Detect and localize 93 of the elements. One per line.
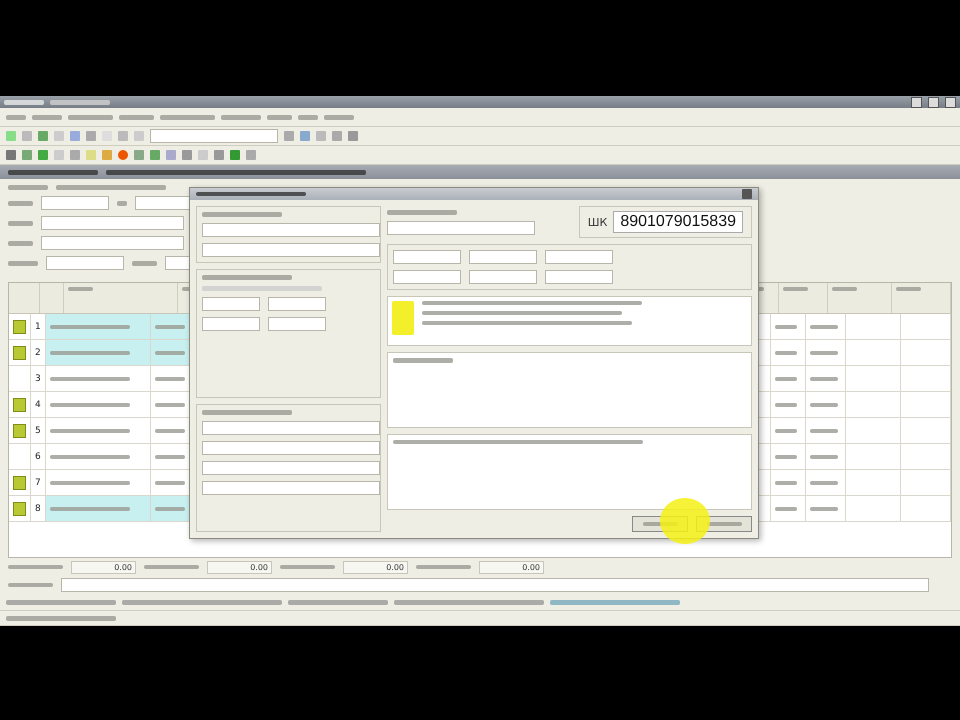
- total-field: 0.00: [343, 560, 408, 574]
- illegible-text: [8, 260, 38, 266]
- illegible-text: [783, 287, 808, 291]
- illegible-text: [8, 200, 33, 206]
- illegible-text: [68, 114, 113, 120]
- illegible-text: [387, 210, 457, 214]
- input-field[interactable]: [202, 440, 380, 454]
- input-field[interactable]: [202, 223, 380, 237]
- illegible-text: [32, 114, 62, 120]
- minimize-button[interactable]: [911, 96, 922, 108]
- illegible-text: [775, 428, 797, 432]
- input-field[interactable]: [202, 480, 380, 494]
- close-button[interactable]: [945, 96, 956, 108]
- illegible-text: [810, 402, 838, 406]
- illegible-text: [298, 114, 318, 120]
- row-number: 3: [35, 374, 41, 384]
- input-field[interactable]: [469, 250, 537, 264]
- illegible-text: [775, 454, 797, 458]
- illegible-text: [324, 114, 354, 120]
- input-field[interactable]: [268, 297, 326, 311]
- input-field[interactable]: [202, 297, 260, 311]
- illegible-text: [144, 565, 199, 569]
- input-field[interactable]: [202, 460, 380, 474]
- comment-field[interactable]: [61, 578, 929, 592]
- illegible-text: [810, 350, 838, 354]
- row-number: 8: [35, 504, 41, 514]
- illegible-text: [775, 480, 797, 484]
- illegible-text: [775, 506, 797, 510]
- illegible-text: [416, 565, 471, 569]
- input-field[interactable]: [202, 420, 380, 434]
- illegible-text: [8, 220, 33, 226]
- total-field: 0.00: [71, 560, 136, 574]
- illegible-text: [8, 583, 53, 587]
- illegible-text: [132, 260, 157, 266]
- illegible-text: [4, 100, 44, 104]
- input-field[interactable]: [202, 317, 260, 331]
- illegible-text: [8, 240, 33, 246]
- illegible-text: [810, 506, 838, 510]
- illegible-text: [117, 200, 127, 206]
- illegible-text: [775, 376, 797, 380]
- illegible-text: [155, 402, 185, 406]
- illegible-text: [810, 428, 838, 432]
- input-field[interactable]: [545, 250, 613, 264]
- input-field[interactable]: [41, 216, 184, 230]
- illegible-text: [267, 114, 292, 120]
- input-field[interactable]: [41, 236, 184, 250]
- row-number: 4: [35, 400, 41, 410]
- illegible-text: [155, 454, 185, 458]
- row-number: 2: [35, 348, 41, 358]
- input-field[interactable]: [46, 256, 124, 270]
- maximize-button[interactable]: [928, 96, 939, 108]
- input-field[interactable]: [469, 270, 537, 284]
- illegible-text: [221, 114, 261, 120]
- illegible-text: [775, 350, 797, 354]
- illegible-text: [155, 506, 185, 510]
- illegible-text: [119, 114, 154, 120]
- input-field[interactable]: [393, 250, 461, 264]
- illegible-text: [8, 185, 48, 190]
- illegible-text: [6, 114, 26, 120]
- illegible-text: [8, 565, 63, 569]
- row-number: 1: [35, 322, 41, 332]
- illegible-text: [68, 287, 93, 291]
- illegible-text: [393, 358, 453, 363]
- illegible-text: [775, 324, 797, 328]
- input-field[interactable]: [41, 196, 109, 210]
- illegible-text: [155, 376, 185, 380]
- illegible-text: [155, 350, 185, 354]
- row-number: 6: [35, 452, 41, 462]
- illegible-text: [775, 402, 797, 406]
- illegible-text: [810, 480, 838, 484]
- illegible-text: [832, 287, 857, 291]
- row-number: 5: [35, 426, 41, 436]
- input-field[interactable]: [202, 243, 380, 257]
- row-number: 7: [35, 478, 41, 488]
- illegible-text: [155, 324, 185, 328]
- illegible-text: [155, 428, 185, 432]
- illegible-text: [155, 480, 185, 484]
- illegible-text: [810, 376, 838, 380]
- illegible-text: [50, 100, 110, 104]
- input-field[interactable]: [387, 220, 535, 234]
- illegible-text: [810, 324, 838, 328]
- barcode-field[interactable]: 8901079015839: [613, 211, 743, 233]
- total-field: 0.00: [207, 560, 272, 574]
- illegible-text: [280, 565, 335, 569]
- input-field[interactable]: [268, 317, 326, 331]
- illegible-text: [160, 114, 215, 120]
- input-field[interactable]: [393, 270, 461, 284]
- barcode-label: ШК: [588, 216, 608, 228]
- total-field: 0.00: [479, 560, 544, 574]
- illegible-text: [810, 454, 838, 458]
- input-field[interactable]: [150, 129, 278, 143]
- illegible-text: [896, 287, 921, 291]
- input-field[interactable]: [545, 270, 613, 284]
